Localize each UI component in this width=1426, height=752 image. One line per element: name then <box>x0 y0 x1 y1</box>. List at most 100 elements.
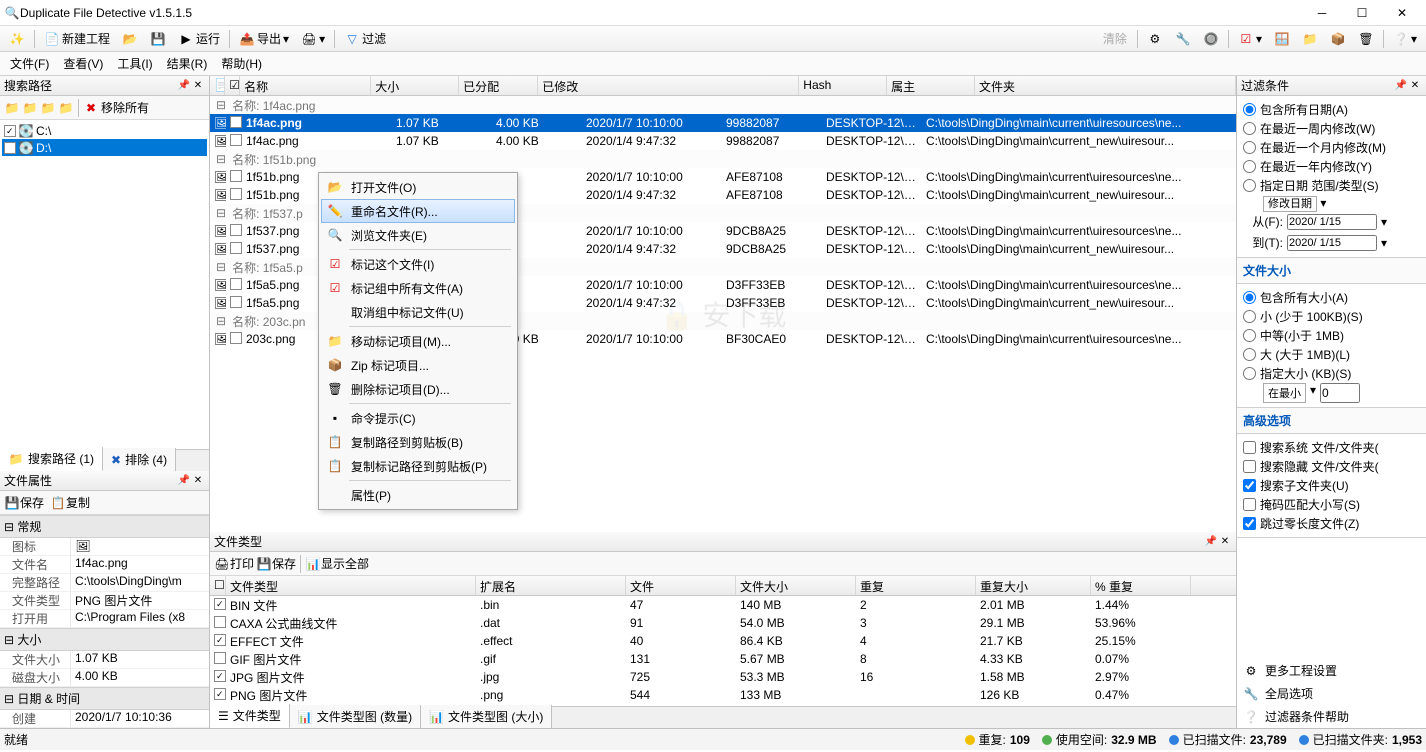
results-grid-header[interactable]: 📄☑名称大小已分配已修改Hash属主文件夹 <box>210 76 1236 96</box>
drive-tree[interactable]: 💽 C:\ 💽 D:\ <box>0 120 209 449</box>
close-icon[interactable]: ✕ <box>191 474 205 488</box>
pin-icon[interactable]: 📌 <box>177 79 191 93</box>
ctx-delete[interactable]: 🗑删除标记项目(D)... <box>321 377 515 401</box>
wand-button[interactable]: ✨ <box>4 28 30 50</box>
add-folder-icon[interactable]: 📁 <box>4 100 20 116</box>
print-button[interactable]: 🖨▾ <box>296 28 330 50</box>
copy-attrs-button[interactable]: 📋复制 <box>50 494 90 511</box>
radio-date-month[interactable]: 在最近一个月内修改(M) <box>1243 138 1420 157</box>
ctx-rename[interactable]: ✏️重命名文件(R)... <box>321 199 515 223</box>
close-icon[interactable]: ✕ <box>191 79 205 93</box>
filetype-grid-header[interactable]: ☐文件类型扩展名文件文件大小重复重复大小% 重复 <box>210 576 1236 596</box>
menu-results[interactable]: 结果(R) <box>161 53 214 74</box>
remove-icon[interactable]: ✖ <box>83 100 99 116</box>
check-zero[interactable]: 跳过零长度文件(Z) <box>1243 514 1420 533</box>
tab-filetype-chart-size[interactable]: 📊 文件类型图 (大小) <box>421 705 552 728</box>
result-row[interactable]: 🖼1f4ac.png1.07 KB4.00 KB2020/1/7 10:10:0… <box>210 114 1236 132</box>
export-button[interactable]: 📤导出▾ <box>234 28 294 50</box>
radio-date-range[interactable]: 指定日期 范围/类型(S) <box>1243 176 1420 195</box>
size-at-combo[interactable]: 在最小 <box>1263 383 1306 403</box>
more-settings-link[interactable]: ⚙更多工程设置 <box>1237 659 1426 682</box>
ctx-move[interactable]: 📁移动标记项目(M)... <box>321 329 515 353</box>
run-button[interactable]: ▶运行 <box>173 28 225 50</box>
close-icon[interactable]: ✕ <box>1408 79 1422 93</box>
check-red-button[interactable]: ☑▾ <box>1233 28 1267 50</box>
ctx-mark[interactable]: ☑标记这个文件(I) <box>321 252 515 276</box>
pin-icon[interactable]: 📌 <box>1204 535 1218 549</box>
win-button[interactable]: 🪟 <box>1269 28 1295 50</box>
filetype-row[interactable]: PNG 图片文件.png544133 MB126 KB0.47% <box>210 686 1236 704</box>
close-button[interactable]: ✕ <box>1382 1 1422 25</box>
ctx-open[interactable]: 📂打开文件(O) <box>321 175 515 199</box>
add-folder3-icon[interactable]: 📁 <box>40 100 56 116</box>
ctx-copypath[interactable]: 📋复制路径到剪贴板(B) <box>321 430 515 454</box>
radio-size-all[interactable]: 包含所有大小(A) <box>1243 288 1420 307</box>
group-row[interactable]: ⊟ 名称: 1f4ac.png <box>210 96 1236 114</box>
radio-date-year[interactable]: 在最近一年内修改(Y) <box>1243 157 1420 176</box>
save-button[interactable]: 💾保存 <box>256 555 296 572</box>
drive-item[interactable]: 💽 D:\ <box>2 139 207 156</box>
tab-search-paths[interactable]: 📁搜索路径 (1) <box>0 447 103 471</box>
date-to-input[interactable] <box>1287 235 1377 251</box>
new-project-button[interactable]: 📄新建工程 <box>39 28 115 50</box>
box-button[interactable]: 📦 <box>1325 28 1351 50</box>
filetype-row[interactable]: CAXA 公式曲线文件.dat9154.0 MB329.1 MB53.96% <box>210 614 1236 632</box>
menu-help[interactable]: 帮助(H) <box>215 53 268 74</box>
check-sys[interactable]: 搜索系统 文件/文件夹( <box>1243 438 1420 457</box>
check-case[interactable]: 掩码匹配大小写(S) <box>1243 495 1420 514</box>
global-options-link[interactable]: 🔧全局选项 <box>1237 682 1426 705</box>
date-from-input[interactable] <box>1287 214 1377 230</box>
ctx-cmd[interactable]: ▪命令提示(C) <box>321 406 515 430</box>
filetype-row[interactable]: EFFECT 文件.effect4086.4 KB421.7 KB25.15% <box>210 632 1236 650</box>
add-folder2-icon[interactable]: 📁 <box>22 100 38 116</box>
save-attrs-button[interactable]: 💾保存 <box>4 494 44 511</box>
print-button[interactable]: 🖨打印 <box>214 555 254 572</box>
date-type-combo[interactable]: 修改日期 <box>1263 196 1317 212</box>
save-button[interactable]: 💾 <box>145 28 171 50</box>
size-value-input[interactable] <box>1320 383 1360 403</box>
showall-button[interactable]: 📊显示全部 <box>305 555 369 572</box>
pin-icon[interactable]: 📌 <box>1394 79 1408 93</box>
filetype-row[interactable]: BIN 文件.bin47140 MB22.01 MB1.44% <box>210 596 1236 614</box>
ctx-unmark[interactable]: 取消组中标记文件(U) <box>321 300 515 324</box>
filter-button[interactable]: ▽过滤 <box>339 28 391 50</box>
tab-filetype[interactable]: ☰ 文件类型 <box>210 704 290 728</box>
menu-view[interactable]: 查看(V) <box>57 53 109 74</box>
menu-tools[interactable]: 工具(I) <box>111 53 158 74</box>
minimize-button[interactable]: ─ <box>1302 1 1342 25</box>
ctx-browse[interactable]: 🔍浏览文件夹(E) <box>321 223 515 247</box>
filetype-row[interactable]: JPG 图片文件.jpg72553.3 MB161.58 MB2.97% <box>210 668 1236 686</box>
wrench-button[interactable]: 🔧 <box>1170 28 1196 50</box>
drive-item[interactable]: 💽 C:\ <box>2 122 207 139</box>
ctx-mark-all[interactable]: ☑标记组中所有文件(A) <box>321 276 515 300</box>
toggle-button[interactable]: 🔘 <box>1198 28 1224 50</box>
open-button[interactable]: 📂 <box>117 28 143 50</box>
remove-all-button[interactable]: 移除所有 <box>101 99 149 116</box>
ctx-props[interactable]: 属性(P) <box>321 483 515 507</box>
clear-link[interactable]: 清除 <box>1103 30 1133 47</box>
delete-button[interactable]: 🗑 <box>1353 28 1379 50</box>
result-row[interactable]: 🖼1f4ac.png1.07 KB4.00 KB2020/1/4 9:47:32… <box>210 132 1236 150</box>
close-icon[interactable]: ✕ <box>1218 535 1232 549</box>
filetype-row[interactable]: GIF 图片文件.gif1315.67 MB84.33 KB0.07% <box>210 650 1236 668</box>
folder-yel-button[interactable]: 📁 <box>1297 28 1323 50</box>
pin-icon[interactable]: 📌 <box>177 474 191 488</box>
property-grid[interactable]: ⊟ 常规图标🖼文件名1f4ac.png完整路径C:\tools\DingDing… <box>0 515 209 728</box>
check-sub[interactable]: 搜索子文件夹(U) <box>1243 476 1420 495</box>
help-button[interactable]: ❔▾ <box>1388 28 1422 50</box>
radio-size-small[interactable]: 小 (少于 100KB)(S) <box>1243 307 1420 326</box>
check-hidden[interactable]: 搜索隐藏 文件/文件夹( <box>1243 457 1420 476</box>
tab-filetype-chart-count[interactable]: 📊 文件类型图 (数量) <box>290 705 421 728</box>
filetype-grid[interactable]: BIN 文件.bin47140 MB22.01 MB1.44%CAXA 公式曲线… <box>210 596 1236 706</box>
tab-exclude[interactable]: ✖排除 (4) <box>103 448 176 471</box>
add-folder4-icon[interactable]: 📁 <box>58 100 74 116</box>
filter-help-link[interactable]: ❔过滤器条件帮助 <box>1237 705 1426 728</box>
radio-size-custom[interactable]: 指定大小 (KB)(S) <box>1243 364 1420 383</box>
radio-date-all[interactable]: 包含所有日期(A) <box>1243 100 1420 119</box>
radio-size-large[interactable]: 大 (大于 1MB)(L) <box>1243 345 1420 364</box>
gear-button[interactable]: ⚙ <box>1142 28 1168 50</box>
radio-size-med[interactable]: 中等(小于 1MB) <box>1243 326 1420 345</box>
group-row[interactable]: ⊟ 名称: 1f51b.png <box>210 150 1236 168</box>
menu-file[interactable]: 文件(F) <box>4 53 55 74</box>
radio-date-week[interactable]: 在最近一周内修改(W) <box>1243 119 1420 138</box>
